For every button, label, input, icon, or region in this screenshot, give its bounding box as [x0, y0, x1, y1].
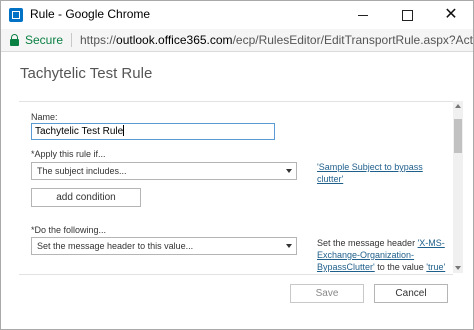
- add-condition-button[interactable]: add condition: [31, 188, 141, 207]
- condition-value-link[interactable]: 'Sample Subject to bypass clutter': [317, 162, 423, 184]
- caret-down-icon: [286, 169, 292, 173]
- close-button[interactable]: ✕: [429, 1, 473, 29]
- window-title: Rule - Google Chrome: [30, 7, 151, 21]
- action-description: Set the message header 'X-MS-Exchange-Or…: [317, 237, 449, 273]
- name-input-value: Tachytelic Test Rule: [35, 126, 124, 137]
- url-text[interactable]: https://outlook.office365.com/ecp/RulesE…: [80, 33, 473, 47]
- text-cursor: [123, 125, 125, 136]
- lock-icon: [10, 34, 19, 46]
- action-label: *Do the following...: [31, 225, 107, 235]
- cancel-button[interactable]: Cancel: [374, 284, 448, 303]
- maximize-icon: [401, 9, 413, 21]
- title-bar: Rule - Google Chrome ✕: [1, 1, 473, 29]
- address-bar[interactable]: Secure https://outlook.office365.com/ecp…: [1, 29, 473, 52]
- minimize-button[interactable]: [341, 1, 385, 29]
- condition-select[interactable]: The subject includes...: [31, 162, 297, 180]
- name-label: Name:: [31, 112, 58, 122]
- action-select[interactable]: Set the message header to this value...: [31, 237, 297, 255]
- name-input[interactable]: Tachytelic Test Rule: [31, 123, 275, 140]
- close-icon: ✕: [444, 6, 458, 23]
- app-icon: [9, 8, 23, 22]
- url-host: outlook.office365.com: [116, 33, 233, 47]
- address-divider: [71, 33, 72, 47]
- url-path: /ecp/RulesEditor/EditTransportRule.aspx?…: [232, 33, 473, 47]
- condition-label: *Apply this rule if...: [31, 149, 106, 159]
- scroll-up-arrow-icon[interactable]: [455, 104, 461, 108]
- save-button[interactable]: Save: [290, 284, 364, 303]
- condition-select-value: The subject includes...: [37, 166, 127, 176]
- scroll-thumb[interactable]: [454, 119, 462, 153]
- dialog-title: Tachytelic Test Rule: [20, 65, 153, 82]
- scroll-down-arrow-icon[interactable]: [455, 266, 461, 270]
- header-value-link[interactable]: 'true': [426, 262, 445, 272]
- secure-label: Secure: [25, 33, 64, 47]
- condition-description: 'Sample Subject to bypass clutter': [317, 161, 449, 185]
- vertical-scrollbar[interactable]: [453, 101, 463, 273]
- action-select-value: Set the message header to this value...: [37, 241, 194, 251]
- minimize-icon: [358, 14, 368, 16]
- browser-window: Rule - Google Chrome ✕ Secure https://ou…: [0, 0, 474, 330]
- rule-form: Name: Tachytelic Test Rule *Apply this r…: [19, 101, 453, 275]
- caret-down-icon: [286, 244, 292, 248]
- url-scheme: https://: [80, 33, 117, 47]
- action-desc-middle: to the value: [374, 262, 427, 272]
- action-desc-prefix: Set the message header: [317, 238, 418, 248]
- maximize-button[interactable]: [385, 1, 429, 29]
